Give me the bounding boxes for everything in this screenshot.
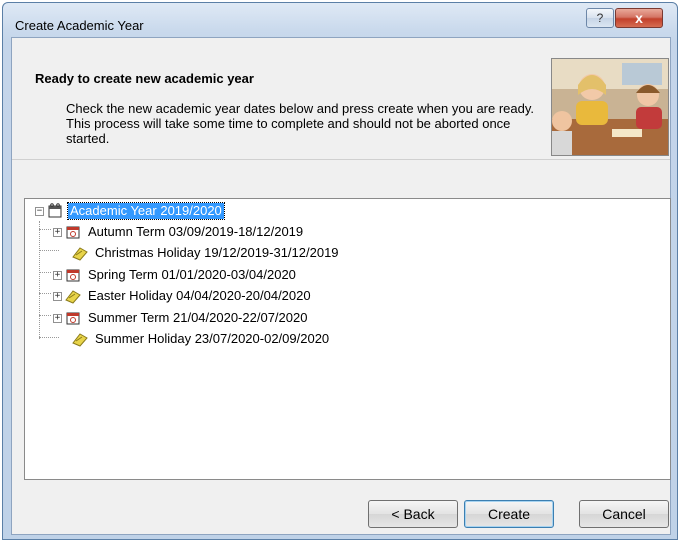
classroom-children-image	[551, 58, 669, 156]
window-title: Create Academic Year	[15, 18, 144, 33]
tree-item-label: Spring Term 01/01/2020-03/04/2020	[88, 267, 296, 282]
expand-toggle[interactable]: +	[53, 270, 62, 280]
tree-item-label: Summer Holiday 23/07/2020-02/09/2020	[95, 331, 330, 346]
tree-item-christmas-holiday[interactable]: Christmas Holiday 19/12/2019-31/12/2019	[71, 244, 341, 262]
holiday-note-icon	[72, 333, 88, 347]
tree-item-label: Easter Holiday 04/04/2020-20/04/2020	[88, 288, 311, 303]
header-title: Ready to create new academic year	[35, 71, 254, 86]
close-button[interactable]: x	[615, 8, 663, 28]
tree-item-easter-holiday[interactable]: + Easter Holiday 04/04/2020-20/04/2020	[53, 287, 313, 305]
help-button[interactable]: ?	[586, 8, 614, 28]
wizard-header: Ready to create new academic year Check …	[12, 38, 670, 160]
collapse-toggle[interactable]: −	[35, 206, 44, 216]
create-academic-year-dialog: Create Academic Year ? x Ready to create…	[2, 2, 678, 540]
term-calendar-icon	[66, 226, 80, 239]
create-button[interactable]: Create	[464, 500, 554, 528]
tree-item-label: Autumn Term 03/09/2019-18/12/2019	[88, 224, 304, 239]
expand-toggle[interactable]: +	[53, 227, 62, 237]
term-calendar-icon	[66, 269, 80, 282]
tree-item-label: Christmas Holiday 19/12/2019-31/12/2019	[95, 245, 339, 260]
header-description: Check the new academic year dates below …	[66, 101, 535, 146]
tree-item-label: Summer Term 21/04/2020-22/07/2020	[88, 310, 308, 325]
holiday-note-icon	[65, 290, 81, 304]
title-bar[interactable]: Create Academic Year ? x	[3, 3, 677, 37]
expand-toggle[interactable]: +	[53, 313, 62, 323]
tree-item-spring-term[interactable]: + Spring Term 01/01/2020-03/04/2020	[53, 266, 298, 284]
calendar-year-icon	[48, 203, 62, 218]
tree-root-label[interactable]: Academic Year 2019/2020	[67, 202, 225, 220]
cancel-button[interactable]: Cancel	[579, 500, 669, 528]
tree-item-autumn-term[interactable]: + Autumn Term 03/09/2019-18/12/2019	[53, 223, 305, 241]
tree-item-summer-holiday[interactable]: Summer Holiday 23/07/2020-02/09/2020	[71, 330, 331, 348]
tree-item-summer-term[interactable]: + Summer Term 21/04/2020-22/07/2020	[53, 309, 309, 327]
holiday-note-icon	[72, 247, 88, 261]
back-button[interactable]: < Back	[368, 500, 458, 528]
term-calendar-icon	[66, 312, 80, 325]
tree-connector	[39, 221, 40, 339]
tree-root-node[interactable]: − Academic Year 2019/2020	[35, 202, 225, 220]
academic-year-tree[interactable]: − Academic Year 2019/2020 + Autumn Term …	[24, 198, 671, 480]
dialog-client-area: Ready to create new academic year Check …	[11, 37, 671, 535]
expand-toggle[interactable]: +	[53, 291, 62, 301]
